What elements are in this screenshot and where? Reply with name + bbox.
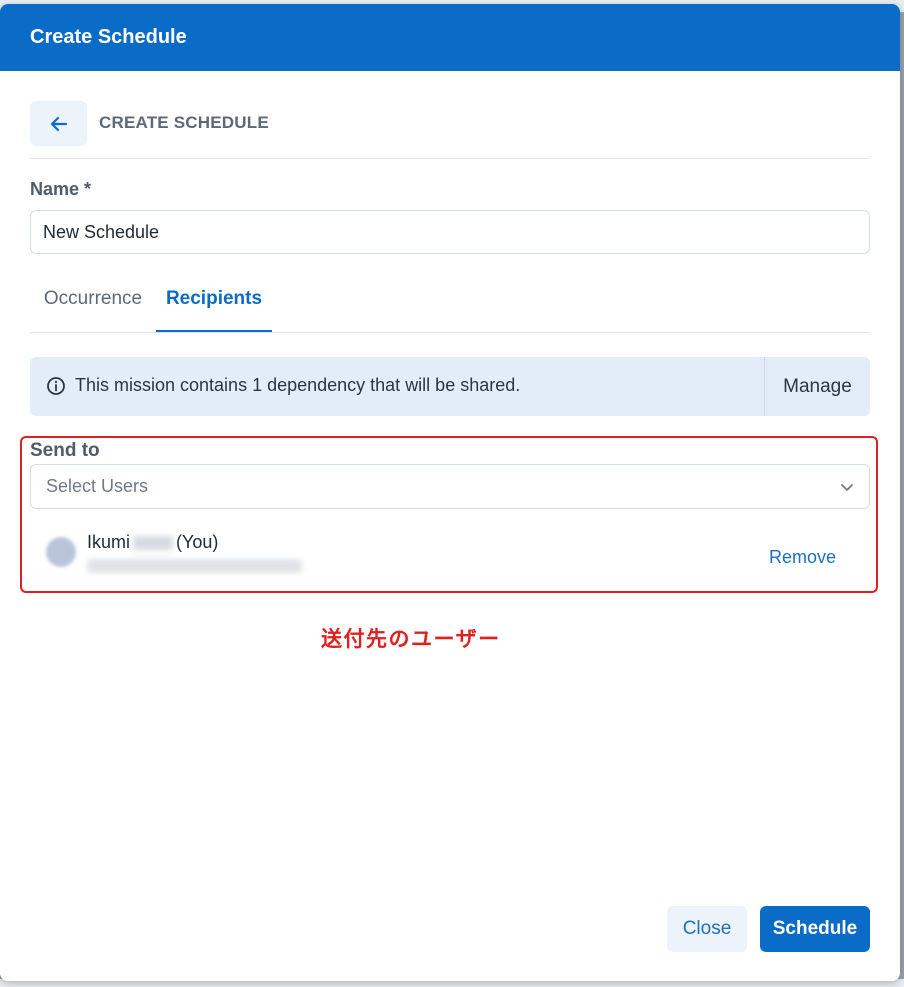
send-to-label: Send to [30, 440, 100, 461]
back-button[interactable] [30, 101, 87, 146]
recipient-first-name: Ikumi [87, 532, 131, 552]
name-label: Name * [30, 179, 92, 199]
redacted-email [87, 559, 302, 573]
annotation-label: 送付先のユーザー [321, 628, 501, 651]
chevron-down-icon [841, 484, 853, 491]
create-schedule-modal: Create Schedule CREATE SCHEDULE Name * N… [0, 4, 900, 981]
dependency-info-banner: This mission contains 1 dependency that … [30, 357, 870, 416]
redacted-last-name [133, 536, 174, 551]
section-title: CREATE SCHEDULE [99, 113, 269, 132]
select-users-placeholder: Select Users [46, 476, 149, 496]
manage-button[interactable]: Manage [765, 357, 870, 416]
tab-occurrence[interactable]: Occurrence [30, 275, 156, 332]
recipient-row: Ikumi (You) Remove [30, 517, 870, 583]
back-header: CREATE SCHEDULE [30, 101, 870, 159]
recipient-you-tag: (You) [176, 532, 219, 552]
tab-bar: Occurrence Recipients [30, 275, 870, 333]
close-button[interactable]: Close [667, 906, 747, 952]
info-text: This mission contains 1 dependency that … [75, 375, 521, 395]
tab-recipients[interactable]: Recipients [156, 275, 272, 332]
remove-recipient-button[interactable]: Remove [769, 547, 836, 568]
avatar [46, 537, 76, 567]
select-users-dropdown[interactable]: Select Users [30, 464, 870, 509]
schedule-button[interactable]: Schedule [760, 906, 870, 952]
arrow-left-icon [50, 116, 67, 131]
modal-title: Create Schedule [0, 4, 900, 71]
info-icon [47, 377, 65, 395]
name-input[interactable]: New Schedule [30, 210, 870, 254]
recipient-name: Ikumi (You) [87, 532, 218, 553]
